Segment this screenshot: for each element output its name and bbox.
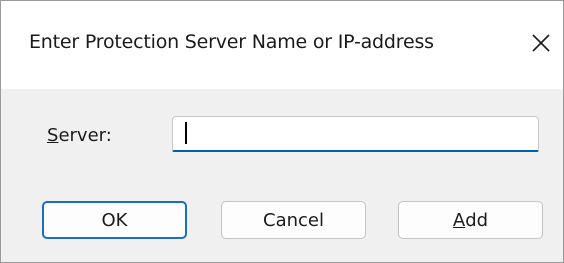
text-caret: [185, 122, 187, 144]
ok-button[interactable]: OK: [42, 201, 187, 239]
dialog-title: Enter Protection Server Name or IP-addre…: [29, 31, 434, 53]
server-input[interactable]: [172, 116, 539, 152]
add-button[interactable]: Add: [398, 201, 543, 239]
dialog-body: Server: OK Cancel Add: [1, 89, 563, 262]
server-label: Server:: [47, 125, 112, 146]
protection-server-dialog: Enter Protection Server Name or IP-addre…: [0, 0, 564, 263]
server-label-text: erver:: [58, 125, 112, 146]
add-button-label: dd: [465, 209, 489, 231]
add-button-mnemonic: A: [452, 209, 466, 231]
ok-button-label: OK: [101, 209, 128, 231]
cancel-button[interactable]: Cancel: [221, 201, 366, 239]
close-icon: [532, 34, 550, 52]
server-label-mnemonic: S: [47, 125, 59, 146]
close-button[interactable]: [523, 25, 559, 61]
title-bar: Enter Protection Server Name or IP-addre…: [1, 1, 563, 89]
cancel-button-label: Cancel: [263, 209, 324, 231]
